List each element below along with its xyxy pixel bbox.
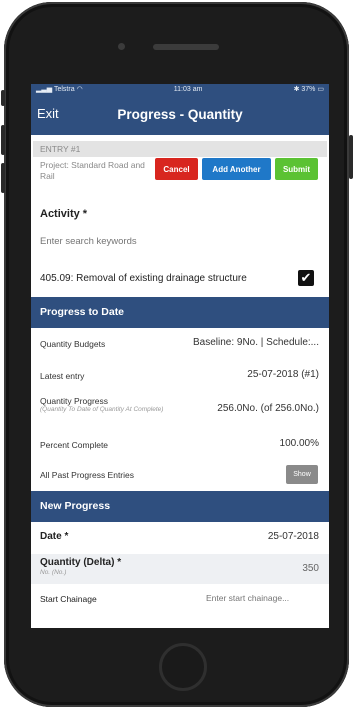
status-time: 11:03 am [173,85,203,93]
latest-entry-label: Latest entry [40,371,85,381]
volume-down-button [1,163,5,193]
home-button[interactable] [159,643,207,691]
entry-actions-row: Project: Standard Road and Rail Cancel A… [31,157,329,187]
activity-checkbox[interactable]: ✔ [298,270,314,286]
quantity-delta-row[interactable]: Quantity (Delta) * No. (No.) 350 [31,554,329,584]
quantity-budgets-value: Baseline: 9No. | Schedule:... [192,337,319,348]
percent-complete-label: Percent Complete [40,440,109,450]
start-chainage-input[interactable] [206,593,318,603]
start-chainage-label: Start Chainage [40,594,97,604]
submit-button[interactable]: Submit [275,158,318,180]
activity-selected-item[interactable]: 405.09: Removal of existing drainage str… [40,273,247,284]
past-entries-label: All Past Progress Entries [40,470,135,480]
quantity-delta-sub: No. (No.) [40,569,67,576]
show-button[interactable]: Show [286,465,318,484]
signal-icon: ▂▃▅ [36,86,53,93]
activity-label: Activity * [40,208,88,220]
latest-entry-value: 25-07-2018 (#1) [247,369,319,380]
exit-button[interactable]: Exit [37,106,59,121]
latest-entry-row: Latest entry 25-07-2018 (#1) [31,368,329,384]
quantity-budgets-row: Quantity Budgets Baseline: 9No. | Schedu… [31,336,329,352]
quantity-budgets-label: Quantity Budgets [40,339,106,349]
volume-up-button [1,125,5,155]
status-carrier: ▂▃▅ Telstra ◠ [36,86,83,93]
past-entries-row: All Past Progress Entries Show [31,464,329,486]
earpiece-speaker [153,44,219,50]
add-another-button[interactable]: Add Another [202,158,271,180]
start-chainage-row: Start Chainage [31,590,329,610]
status-bar: ▂▃▅ Telstra ◠ 11:03 am ✱ 37% ▭ [31,84,329,94]
date-value[interactable]: 25-07-2018 [268,531,319,542]
power-button [349,135,353,179]
new-progress-header: New Progress [31,491,329,522]
bluetooth-icon: ✱ [293,86,300,93]
quantity-progress-row: Quantity Progress (Quantity To Date of Q… [31,393,329,427]
activity-search-input[interactable] [40,236,310,247]
quantity-progress-value: 256.0No. (of 256.0No.) [217,403,319,414]
date-row[interactable]: Date * 25-07-2018 [31,527,329,549]
percent-complete-value: 100.00% [279,438,319,449]
date-label: Date * [40,531,69,542]
quantity-progress-label: Quantity Progress [40,396,109,406]
mute-switch [1,90,5,106]
page-title: Progress - Quantity [117,107,243,122]
status-right: ✱ 37% ▭ [293,86,324,93]
front-camera [118,43,125,50]
entry-header: ENTRY #1 [33,141,327,157]
quantity-delta-input[interactable]: 350 [302,563,319,574]
nav-bar: Exit Progress - Quantity [31,94,329,135]
project-label: Project: Standard Road and Rail [40,160,145,181]
app-screen: ▂▃▅ Telstra ◠ 11:03 am ✱ 37% ▭ Exit Prog… [31,84,329,628]
quantity-delta-label: Quantity (Delta) * [40,557,122,568]
checkmark-icon: ✔ [300,270,312,285]
wifi-icon: ◠ [76,86,83,93]
battery-icon: ▭ [317,86,324,93]
quantity-progress-sub: (Quantity To Date of Quantity At Complet… [40,406,164,413]
percent-complete-row: Percent Complete 100.00% [31,437,329,453]
cancel-button[interactable]: Cancel [155,158,198,180]
progress-to-date-header: Progress to Date [31,297,329,328]
